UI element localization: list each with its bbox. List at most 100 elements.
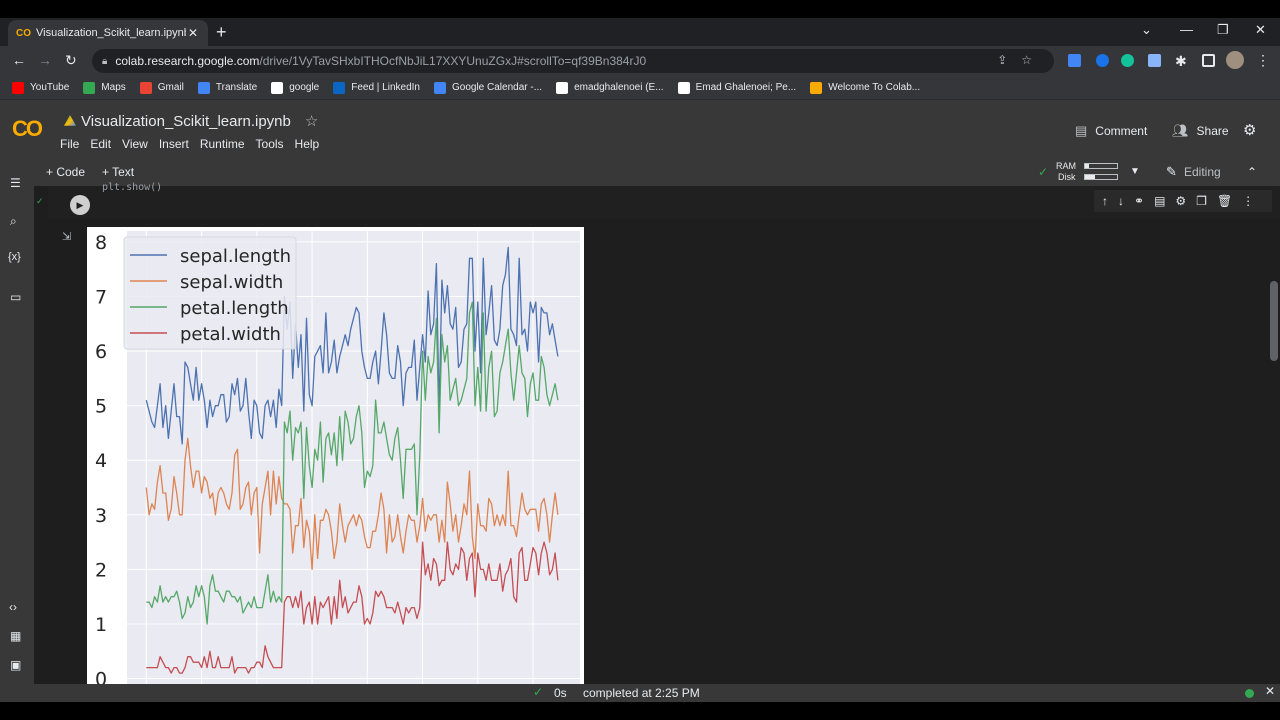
bookmark-item[interactable]: google bbox=[271, 81, 319, 94]
code-cell[interactable]: ✓ ▶ plt.show() ↑↓⚭▤⚙❐🗑︎⋮ bbox=[36, 182, 1280, 219]
reload-icon[interactable]: ↻ bbox=[65, 52, 77, 69]
screen: CO Visualization_Scikit_learn.ipynb - ✕ … bbox=[0, 0, 1280, 720]
menu-bar: File Edit View Insert Runtime Tools Help bbox=[60, 137, 330, 151]
restore-icon[interactable]: ❐ bbox=[1217, 22, 1229, 38]
bookmarks-bar: YouTube Maps Gmail Translate google Feed | Li… bbox=[0, 76, 1280, 100]
gmail-icon bbox=[139, 81, 152, 94]
run-cell-icon[interactable]: ▶ bbox=[70, 195, 90, 215]
comment-label: Comment bbox=[1095, 124, 1148, 138]
tab-search-icon[interactable]: ⌄ bbox=[1141, 22, 1152, 38]
cell-code[interactable]: plt.show() bbox=[102, 182, 162, 193]
y-tick-label: 2 bbox=[95, 559, 107, 581]
editing-mode-label[interactable]: Editing bbox=[1184, 165, 1221, 179]
bookmark-label: Google Calendar -... bbox=[452, 82, 543, 93]
bookmark-item[interactable]: Google Calendar -... bbox=[434, 81, 543, 94]
y-tick-label: 6 bbox=[95, 341, 107, 363]
colab-header: CO Visualization_Scikit_learn.ipynb ☆ Fi… bbox=[0, 100, 1280, 158]
y-tick-label: 3 bbox=[95, 505, 107, 527]
youtube-icon bbox=[12, 81, 24, 94]
y-tick-label: 5 bbox=[95, 396, 107, 418]
cell-more-icon[interactable]: ⋮ bbox=[1242, 194, 1264, 208]
bookmark-label: YouTube bbox=[30, 82, 70, 93]
notebook-toolbar: + Code + Text ✓ RAM Disk ▼ ✎ Editing ⌃ bbox=[34, 158, 1280, 186]
url-path: /drive/1VyTavSHxbITHOcfNbJiL17XXYUnuZGxJ… bbox=[259, 54, 647, 68]
back-icon[interactable]: ← bbox=[12, 52, 26, 68]
delete-icon[interactable]: 🗑︎ bbox=[1217, 194, 1242, 208]
command-palette-icon[interactable]: ▦ bbox=[10, 629, 21, 643]
collapse-header-icon[interactable]: ⌃ bbox=[1247, 165, 1257, 179]
address-bar[interactable]: 🔒︎ colab.research.google.com /drive/1VyT… bbox=[92, 49, 1054, 73]
menu-file[interactable]: File bbox=[60, 137, 79, 151]
menu-view[interactable]: View bbox=[122, 137, 148, 151]
add-text-button[interactable]: + Text bbox=[102, 165, 134, 179]
menu-tools[interactable]: Tools bbox=[256, 137, 284, 151]
add-comment-icon[interactable]: ▤ bbox=[1154, 194, 1175, 208]
ram-usage-bar bbox=[1084, 163, 1118, 169]
bookmark-item[interactable]: Emad Ghalenoei; Pe... bbox=[677, 81, 796, 94]
move-up-icon[interactable]: ↑ bbox=[1102, 194, 1118, 208]
bookmark-item[interactable]: Maps bbox=[83, 81, 126, 94]
bookmark-label: Welcome To Colab... bbox=[828, 82, 921, 93]
bookmark-item[interactable]: Translate bbox=[197, 81, 257, 94]
bookmark-item[interactable]: Welcome To Colab... bbox=[810, 81, 921, 94]
menu-runtime[interactable]: Runtime bbox=[200, 137, 245, 151]
line-chart: 0 1 2 3 4 5 6 7 8 sepal.length sepal.width petal.le… bbox=[95, 231, 580, 691]
disk-usage-fill bbox=[1085, 175, 1095, 179]
cell-settings-icon[interactable]: ⚙ bbox=[1175, 194, 1196, 208]
docs-extension-icon[interactable] bbox=[1148, 54, 1161, 67]
menu-edit[interactable]: Edit bbox=[90, 137, 111, 151]
left-rail: ☰ ⌕ {x} ▭ ‹› ▦ ▣ bbox=[0, 158, 34, 684]
grammarly-icon[interactable] bbox=[1121, 54, 1134, 67]
bookmark-label: emadghalenoei (E... bbox=[574, 82, 664, 93]
table-of-contents-icon[interactable]: ☰ bbox=[10, 176, 21, 190]
translate-extension-icon[interactable] bbox=[1096, 54, 1109, 67]
runtime-status-dot bbox=[1245, 689, 1254, 698]
ram-label: RAM bbox=[1056, 161, 1076, 171]
share-button[interactable]: 👥︎ Share bbox=[1172, 123, 1229, 139]
comment-button[interactable]: ▤ Comment bbox=[1075, 123, 1147, 139]
move-down-icon[interactable]: ↓ bbox=[1118, 194, 1134, 208]
bookmark-item[interactable]: YouTube bbox=[12, 81, 70, 94]
window-close-icon[interactable]: ✕ bbox=[1255, 22, 1266, 38]
menu-insert[interactable]: Insert bbox=[159, 137, 189, 151]
side-panel-icon[interactable] bbox=[1202, 54, 1215, 67]
add-code-button[interactable]: + Code bbox=[46, 165, 85, 179]
resources-dropdown-icon[interactable]: ▼ bbox=[1130, 166, 1140, 177]
browser-tab-strip: CO Visualization_Scikit_learn.ipynb - ✕ … bbox=[0, 18, 1280, 46]
search-icon[interactable]: ⌕ bbox=[10, 214, 17, 229]
status-close-icon[interactable]: ✕ bbox=[1265, 684, 1275, 698]
cell-toolbar: ↑↓⚭▤⚙❐🗑︎⋮ bbox=[1094, 190, 1272, 212]
profile-avatar[interactable] bbox=[1226, 51, 1244, 69]
browser-menu-icon[interactable]: ⋮ bbox=[1256, 52, 1270, 69]
bookmark-item[interactable]: Feed | LinkedIn bbox=[333, 81, 420, 94]
terminal-icon[interactable]: ▣ bbox=[10, 658, 21, 672]
output-actions-icon[interactable]: ⇲ bbox=[62, 230, 71, 243]
mirror-cell-icon[interactable]: ❐ bbox=[1196, 194, 1217, 208]
tab-close-icon[interactable]: ✕ bbox=[186, 26, 200, 40]
omnibox-share-star-icons[interactable]: ⇪☆ bbox=[997, 53, 1046, 67]
resource-monitor[interactable]: RAM Disk bbox=[1056, 161, 1076, 183]
colab-logo[interactable]: CO bbox=[12, 116, 43, 142]
url-host: colab.research.google.com bbox=[115, 54, 260, 68]
scrollbar-thumb[interactable] bbox=[1270, 281, 1278, 361]
bookmark-item[interactable]: Gmail bbox=[139, 81, 184, 94]
legend-label: sepal.length bbox=[180, 246, 291, 267]
forward-icon[interactable]: → bbox=[38, 52, 52, 68]
new-tab-icon[interactable]: + bbox=[216, 22, 227, 43]
minimize-icon[interactable]: — bbox=[1180, 22, 1193, 37]
bookmark-item[interactable]: emadghalenoei (E... bbox=[556, 81, 664, 94]
notebook-name[interactable]: Visualization_Scikit_learn.ipynb bbox=[81, 113, 291, 130]
menu-help[interactable]: Help bbox=[295, 137, 320, 151]
star-icon[interactable]: ☆ bbox=[305, 112, 318, 130]
files-folder-icon[interactable]: ▭ bbox=[10, 290, 21, 304]
y-tick-label: 4 bbox=[95, 450, 107, 472]
code-snippets-icon[interactable]: ‹› bbox=[9, 600, 17, 614]
extensions-puzzle-icon[interactable]: ✱ bbox=[1175, 53, 1187, 70]
status-text[interactable]: completed at 2:25 PM bbox=[583, 686, 700, 700]
settings-gear-icon[interactable]: ⚙ bbox=[1243, 121, 1256, 139]
variables-icon[interactable]: {x} bbox=[8, 251, 21, 263]
bookmark-label: Feed | LinkedIn bbox=[351, 82, 420, 93]
extension-icon[interactable] bbox=[1068, 54, 1081, 67]
browser-tab[interactable]: CO Visualization_Scikit_learn.ipynb - ✕ bbox=[8, 20, 208, 46]
link-icon[interactable]: ⚭ bbox=[1134, 194, 1154, 208]
